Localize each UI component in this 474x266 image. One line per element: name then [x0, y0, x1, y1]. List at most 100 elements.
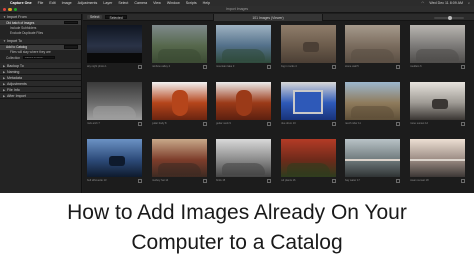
destination-label: Add to Catalog — [6, 45, 28, 50]
thumbnail-cell[interactable]: birds 15 — [214, 136, 273, 188]
close-button[interactable] — [3, 7, 7, 12]
import-window: Import Images ▼ Import From Old batch of… — [0, 6, 474, 193]
thumbnail-checkbox[interactable] — [396, 65, 400, 69]
thumbnail-checkbox[interactable] — [460, 179, 465, 183]
thumbnail-cell[interactable]: stone wall 5 — [343, 22, 402, 74]
menu-scripts[interactable]: Scripts — [186, 1, 197, 5]
thumbnail-checkbox[interactable] — [202, 179, 207, 183]
thumbnail-cell[interactable]: cowboy hat 14 — [150, 136, 209, 188]
menu-adjustments[interactable]: Adjustments — [78, 1, 98, 5]
thumbnail-cell[interactable]: ranch rider 11 — [343, 79, 402, 131]
thumbnail-cell[interactable]: bull silhouette 13 — [85, 136, 144, 188]
window-title: Import Images — [225, 7, 249, 11]
thumbnail-image-bird[interactable] — [216, 139, 271, 177]
menu-camera[interactable]: Camera — [134, 1, 147, 5]
collection-field[interactable]: Recent Imports — [23, 55, 55, 60]
menu-app-name[interactable]: Capture One — [10, 1, 32, 5]
thumbnail-checkbox[interactable] — [267, 179, 271, 183]
menubar-clock[interactable]: Wed Dec 11 8:09 AM — [429, 1, 463, 5]
panel-title: File Info — [7, 87, 20, 92]
thumbnail-checkbox[interactable] — [138, 122, 142, 126]
images-tab[interactable]: 101 Images (Viewer) — [213, 14, 323, 21]
thumbnail-image-ranch[interactable] — [345, 82, 400, 120]
thumbnail-checkbox[interactable] — [396, 179, 400, 183]
thumbnail-image-rainbow[interactable] — [151, 25, 207, 63]
panel-title: Import To — [7, 39, 22, 44]
thumbnail-cell[interactable]: dog in rocks 4 — [279, 22, 338, 74]
thumbnail-subject — [109, 156, 125, 166]
source-label: Old batch of images — [6, 20, 35, 25]
thumbnail-cell[interactable]: horse sunset 12 — [408, 79, 467, 131]
thumbnail-caption: bay water 17 — [345, 179, 360, 182]
thumbnail-cell[interactable]: rock arch 7 — [85, 79, 144, 131]
thumbnail-image-night-sky[interactable] — [87, 25, 142, 63]
source-dropdown[interactable] — [64, 20, 78, 25]
thumbnail-cell[interactable]: mountain lake 3 — [214, 22, 273, 74]
menu-layer[interactable]: Layer — [103, 1, 112, 5]
destination-dropdown[interactable] — [64, 45, 78, 49]
thumbnail-image-plants[interactable] — [280, 139, 336, 177]
video-title-band: How to Add Images Already On Your Comput… — [0, 193, 474, 266]
thumbnail-checkbox[interactable] — [138, 65, 142, 69]
thumbnail-checkbox[interactable] — [267, 122, 271, 126]
menu-file[interactable]: File — [38, 1, 44, 5]
thumbnail-image-ocean[interactable] — [409, 139, 465, 177]
thumbnail-checkbox[interactable] — [460, 65, 465, 69]
thumbnail-cell[interactable]: ocean sunset 18 — [408, 136, 467, 188]
thumbnail-caption: bull silhouette 13 — [87, 179, 107, 182]
panel-after-import[interactable]: ▶ After Import — [0, 93, 81, 100]
collection-label: Collection — [6, 55, 20, 60]
thumbnail-image-boulders[interactable] — [409, 25, 465, 63]
thumbnail-caption: birds 15 — [216, 179, 226, 182]
thumbnail-subject — [171, 90, 188, 116]
thumbnail-checkbox[interactable] — [331, 122, 336, 126]
slider-knob[interactable] — [448, 15, 452, 20]
thumbnail-subject — [292, 90, 323, 114]
thumbnail-cell[interactable]: sky night photo 1 — [85, 22, 144, 74]
include-subfolders-label: Include Subfolders — [10, 25, 37, 30]
thumbnail-caption: horse sunset 12 — [409, 122, 428, 125]
thumbnail-checkbox[interactable] — [396, 122, 400, 126]
menu-view[interactable]: View — [153, 1, 161, 5]
thumbnail-checkbox[interactable] — [138, 179, 142, 183]
zoom-button[interactable] — [13, 7, 18, 12]
thumbnail-image-hat[interactable] — [151, 139, 207, 177]
menu-select[interactable]: Select — [118, 1, 128, 5]
thumbnail-cell[interactable]: boulders 6 — [408, 22, 467, 74]
thumbnail-image-guitar[interactable] — [151, 82, 207, 120]
thumbnail-cell[interactable]: bay water 17 — [343, 136, 402, 188]
thumbnail-cell[interactable]: red plants 16 — [279, 136, 338, 188]
thumbnail-grid: sky night photo 1 rainbow valley 2 mountai… — [83, 22, 474, 193]
thumbnail-image-horse[interactable] — [409, 82, 465, 120]
thumbnail-image-bull[interactable] — [87, 139, 142, 177]
wifi-icon[interactable]: ◠ — [421, 1, 424, 5]
thumbnail-checkbox[interactable] — [202, 122, 207, 126]
search-icon[interactable]: ⌕ — [468, 1, 470, 5]
menu-window[interactable]: Window — [167, 1, 180, 5]
view-select-button[interactable]: Select — [87, 14, 103, 20]
thumbnail-cell[interactable]: blue drum 10 — [279, 79, 338, 131]
menu-help[interactable]: Help — [203, 1, 210, 5]
menu-edit[interactable]: Edit — [49, 1, 55, 5]
thumbnail-image-stone[interactable] — [345, 25, 400, 63]
thumbnail-checkbox[interactable] — [331, 179, 336, 183]
thumbnail-image-drum[interactable] — [280, 82, 336, 120]
thumbnail-caption: boulders 6 — [409, 65, 422, 68]
thumbnail-checkbox[interactable] — [202, 65, 207, 69]
thumbnail-image-lake[interactable] — [216, 25, 271, 63]
thumbnail-image-water[interactable] — [345, 139, 400, 177]
thumbnail-cell[interactable]: guitar neck 9 — [214, 79, 273, 131]
thumbnail-caption: cowboy hat 14 — [151, 179, 169, 182]
thumbnail-cell[interactable]: rainbow valley 2 — [150, 22, 209, 74]
thumbnail-image-dog[interactable] — [280, 25, 336, 63]
thumbnail-image-rock[interactable] — [87, 82, 142, 120]
thumbnail-cell[interactable]: guitar body 8 — [150, 79, 209, 131]
menu-image[interactable]: Image — [62, 1, 72, 5]
thumbnail-checkbox[interactable] — [331, 65, 336, 69]
minimize-button[interactable] — [8, 7, 12, 12]
panel-title: Adjustments — [7, 81, 27, 86]
selection-dropdown[interactable]: Selected — [105, 14, 127, 20]
thumbnail-checkbox[interactable] — [460, 122, 465, 126]
thumbnail-checkbox[interactable] — [267, 65, 271, 69]
thumbnail-image-guitar[interactable] — [216, 82, 271, 120]
